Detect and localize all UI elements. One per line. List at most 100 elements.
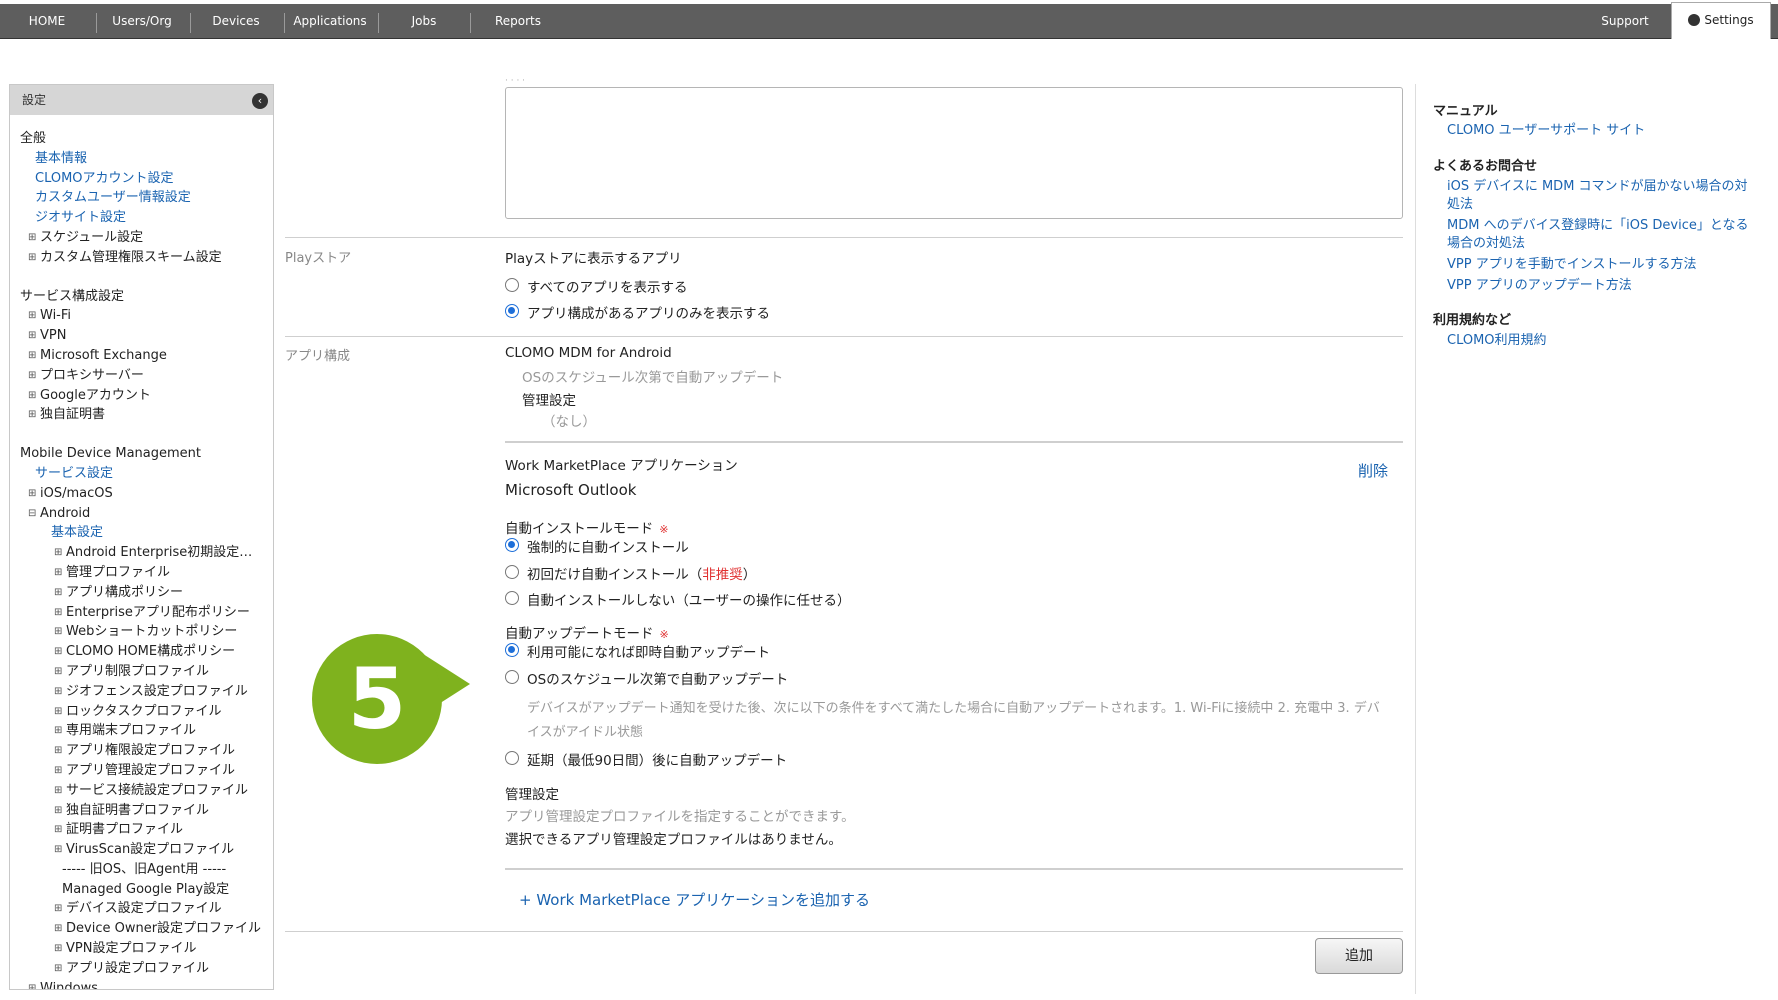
sidebar-item-android[interactable]: 管理プロファイル	[20, 563, 273, 583]
update-radio-deferred[interactable]	[505, 751, 519, 765]
install-radio-none[interactable]	[505, 591, 519, 605]
manual-link[interactable]: CLOMO ユーザーサポート サイト	[1447, 122, 1757, 140]
add-wm-app-link[interactable]: + Work MarketPlace アプリケーションを追加する	[519, 889, 870, 910]
sidebar-item-android[interactable]: Android	[20, 504, 273, 524]
update-radio-immediate[interactable]	[505, 643, 519, 657]
sidebar-item-managed[interactable]: VPN設定プロファイル	[20, 939, 273, 959]
update-description-line2: イスがアイドル状態	[527, 725, 643, 740]
sidebar-item-android[interactable]: アプリ制限プロファイル	[20, 662, 273, 682]
install-opt-first-close: ）	[742, 567, 757, 583]
playstore-radio-configured[interactable]	[505, 304, 519, 318]
faq-title: よくあるお問合せ	[1433, 159, 1538, 174]
playstore-label: Playストア	[285, 251, 352, 266]
nav-separator	[284, 13, 285, 33]
divider	[285, 237, 1403, 238]
sidebar-item-vpn[interactable]: VPN	[20, 326, 273, 346]
sidebar-item-custom-permission[interactable]: カスタム管理権限スキーム設定	[20, 248, 273, 268]
divider	[505, 868, 1403, 870]
install-opt-first-text: 初回だけ自動インストール（	[527, 567, 703, 583]
description-textarea[interactable]	[505, 87, 1403, 219]
nav-reports[interactable]: Reports	[476, 4, 560, 39]
update-radio-os-schedule[interactable]	[505, 670, 519, 684]
sidebar-link-android-basic[interactable]: 基本設定	[51, 525, 103, 540]
sidebar-title: 設定	[22, 93, 47, 107]
sidebar-item-own-cert[interactable]: 独自証明書	[20, 405, 273, 425]
appconfig-label: アプリ構成	[285, 349, 351, 364]
sidebar-group-mdm: Mobile Device Management	[20, 446, 202, 462]
playstore-title: Playストアに表示するアプリ	[505, 251, 682, 267]
playstore-opt-all[interactable]: すべてのアプリを表示する	[527, 276, 688, 296]
install-opt-first[interactable]: 初回だけ自動インストール（非推奨）	[527, 563, 756, 583]
delete-link[interactable]: 削除	[1358, 460, 1388, 481]
clomo-update-mode: OSのスケジュール次第で自動アップデート	[522, 370, 784, 386]
sidebar-link-service-settings[interactable]: サービス設定	[35, 466, 113, 481]
update-opt-os-schedule[interactable]: OSのスケジュール次第で自動アップデート	[527, 668, 788, 688]
mgmt-settings-none: 選択できるアプリ管理設定プロファイルはありません。	[505, 832, 842, 848]
sidebar-item-wifi[interactable]: Wi-Fi	[20, 306, 273, 326]
sidebar-item-proxy[interactable]: プロキシサーバー	[20, 366, 273, 386]
mgmt-settings-label: 管理設定	[505, 787, 559, 803]
sidebar-item-android[interactable]: Enterpriseアプリ配布ポリシー	[20, 603, 273, 623]
divider	[285, 336, 1403, 337]
sidebar-item-google-account[interactable]: Googleアカウント	[20, 386, 273, 406]
install-mode-label: 自動インストールモード ※	[505, 517, 668, 537]
install-opt-force[interactable]: 強制的に自動インストール	[527, 536, 689, 556]
sidebar-item-android[interactable]: CLOMO HOME構成ポリシー	[20, 642, 273, 662]
sidebar-item-android[interactable]: 証明書プロファイル	[20, 820, 273, 840]
playstore-radio-all[interactable]	[505, 278, 519, 292]
sidebar-item-android[interactable]: Webショートカットポリシー	[20, 622, 273, 642]
terms-link[interactable]: CLOMO利用規約	[1447, 332, 1757, 350]
collapse-left-icon[interactable]: ‹	[252, 93, 268, 109]
terms-title: 利用規約など	[1433, 313, 1512, 328]
sidebar-item-android[interactable]: アプリ管理設定プロファイル	[20, 761, 273, 781]
sidebar-item-android[interactable]: Android Enterprise初期設定…	[20, 543, 273, 563]
faq-link-vpp-update[interactable]: VPP アプリのアップデート方法	[1447, 277, 1757, 295]
nav-users-org[interactable]: Users/Org	[100, 4, 184, 39]
nav-separator	[378, 13, 379, 33]
sidebar-item-android[interactable]: 独自証明書プロファイル	[20, 801, 273, 821]
update-description-line1: デバイスがアップデート通知を受けた後、次に以下の条件をすべて満たした場合に自動ア…	[527, 701, 1380, 716]
nav-support[interactable]: Support	[1590, 4, 1660, 39]
clomo-app-name: CLOMO MDM for Android	[505, 345, 672, 361]
sidebar-link-clomo-account[interactable]: CLOMOアカウント設定	[35, 171, 174, 186]
sidebar-item-android[interactable]: アプリ権限設定プロファイル	[20, 741, 273, 761]
nav-jobs[interactable]: Jobs	[384, 4, 464, 39]
sidebar-link-geosite[interactable]: ジオサイト設定	[35, 210, 126, 225]
sidebar-tree: 全般 基本情報 CLOMOアカウント設定 カスタムユーザー情報設定 ジオサイト設…	[10, 115, 273, 989]
sidebar-item-android[interactable]: VirusScan設定プロファイル	[20, 840, 273, 860]
nav-applications[interactable]: Applications	[288, 4, 372, 39]
sidebar-item-schedule[interactable]: スケジュール設定	[20, 228, 273, 248]
sidebar-item-ios-macos[interactable]: iOS/macOS	[20, 484, 273, 504]
install-radio-force[interactable]	[505, 538, 519, 552]
sidebar-link-basic-info[interactable]: 基本情報	[35, 151, 87, 166]
nav-home[interactable]: HOME	[12, 4, 82, 39]
sidebar-item-android[interactable]: ジオフェンス設定プロファイル	[20, 682, 273, 702]
install-radio-first[interactable]	[505, 565, 519, 579]
sidebar-item-windows[interactable]: Windows	[20, 979, 273, 989]
sidebar-item-managed[interactable]: デバイス設定プロファイル	[20, 899, 273, 919]
sidebar-item-exchange[interactable]: Microsoft Exchange	[20, 346, 273, 366]
faq-link-ios-device[interactable]: MDM へのデバイス登録時に「iOS Device」となる場合の対処法	[1447, 217, 1757, 253]
sidebar-link-custom-user-info[interactable]: カスタムユーザー情報設定	[35, 190, 191, 205]
sidebar-item-managed[interactable]: Device Owner設定プロファイル	[20, 919, 273, 939]
update-opt-immediate[interactable]: 利用可能になれば即時自動アップデート	[527, 641, 770, 661]
sidebar-item-managed[interactable]: アプリ設定プロファイル	[20, 959, 273, 979]
nav-settings-tab[interactable]: Settings	[1671, 2, 1771, 39]
required-mark: ※	[659, 523, 669, 536]
manual-title: マニュアル	[1433, 104, 1498, 119]
nav-devices[interactable]: Devices	[196, 4, 276, 39]
faq-link-mdm-command[interactable]: iOS デバイスに MDM コマンドが届かない場合の対処法	[1447, 178, 1757, 214]
install-opt-none[interactable]: 自動インストールしない（ユーザーの操作に任せる）	[527, 589, 850, 609]
nav-separator	[190, 13, 191, 33]
update-mode-title: 自動アップデートモード	[505, 626, 654, 642]
add-button[interactable]: 追加	[1315, 938, 1403, 974]
truncated-label: · · · ·	[505, 76, 526, 86]
sidebar-item-android[interactable]: サービス接続設定プロファイル	[20, 781, 273, 801]
sidebar-item-android[interactable]: アプリ構成ポリシー	[20, 583, 273, 603]
wm-section-title: Work MarketPlace アプリケーション	[505, 458, 738, 474]
playstore-opt-configured[interactable]: アプリ構成があるアプリのみを表示する	[527, 302, 770, 322]
faq-link-vpp-install[interactable]: VPP アプリを手動でインストールする方法	[1447, 256, 1757, 274]
sidebar-item-android[interactable]: ロックタスクプロファイル	[20, 702, 273, 722]
sidebar-item-android[interactable]: 専用端末プロファイル	[20, 721, 273, 741]
update-opt-deferred[interactable]: 延期（最低90日間）後に自動アップデート	[527, 749, 787, 769]
